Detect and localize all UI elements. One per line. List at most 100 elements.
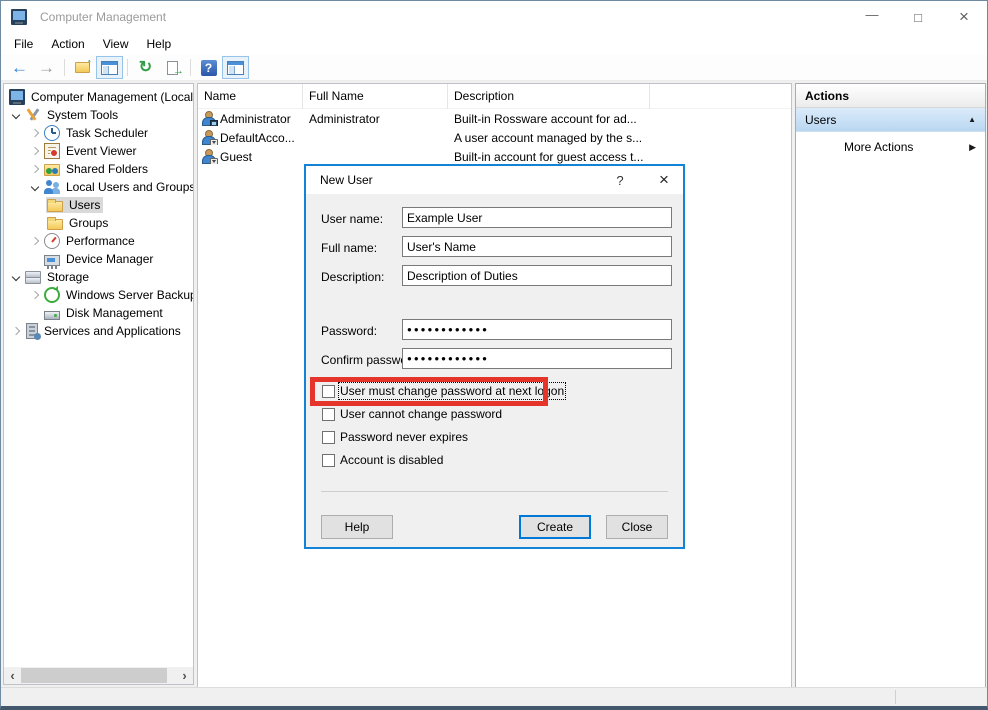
actions-panel: Actions Users ▲ More Actions ▶ [795,83,986,706]
column-header-name[interactable]: Name [198,84,303,109]
menu-help[interactable]: Help [138,34,181,54]
chevron-down-icon[interactable] [8,269,24,285]
chevron-placeholder [27,251,43,267]
refresh-button[interactable]: ↻ [132,56,159,79]
toolbar: ← → ↑ ↻ → ? ▸ [1,55,987,81]
checkbox-user-cannot-change-password[interactable]: User cannot change password [322,406,502,422]
dialog-help-button[interactable]: ? [611,173,629,188]
actions-more-actions[interactable]: More Actions ▶ [796,136,985,158]
computer-management-window: Computer Management — □ × File Action Vi… [0,0,988,710]
tree-item-label: Local Users and Groups [66,180,194,194]
column-header-description[interactable]: Description [448,84,650,109]
help-dialog-button[interactable]: Help [321,515,393,539]
tree-item-disk-management[interactable]: Disk Management [4,304,193,322]
selected-tree-item[interactable]: Users [46,197,104,213]
scrollbar-thumb[interactable] [21,668,167,683]
chevron-down-icon[interactable] [27,179,43,195]
maximize-button[interactable]: □ [895,1,941,33]
actions-group-users[interactable]: Users ▲ [796,108,985,132]
show-action-pane-button[interactable]: ▸ [222,56,249,79]
list-row-administrator[interactable]: Administrator Administrator Built-in Ros… [198,109,791,128]
tree-item-event-viewer[interactable]: Event Viewer [4,142,193,160]
collapse-icon[interactable]: ▲ [968,115,976,124]
chevron-right-icon[interactable] [8,323,24,339]
window-title: Computer Management [40,10,167,24]
storage-icon [25,269,41,285]
fullname-input[interactable] [402,236,672,257]
tree-item-label: Storage [47,270,90,284]
close-dialog-button[interactable]: Close [606,515,668,539]
tree-item-services-and-applications[interactable]: Services and Applications [4,322,193,340]
chevron-right-icon[interactable] [27,233,43,249]
up-one-level-button[interactable]: ↑ [69,56,96,79]
tree-item-shared-folders[interactable]: Shared Folders [4,160,193,178]
dialog-close-button[interactable]: × [655,170,673,190]
tree-item-computer-management[interactable]: Computer Management (Local [4,88,193,106]
action-pane-icon: ▸ [227,60,244,75]
tree-item-label: Event Viewer [66,144,137,158]
username-input[interactable] [402,207,672,228]
checkbox-password-never-expires[interactable]: Password never expires [322,429,468,445]
user-description: A user account managed by the s... [454,130,643,145]
computer-icon [9,89,25,105]
minimize-button[interactable]: — [849,1,895,33]
status-bar [1,687,987,706]
help-icon: ? [200,59,217,76]
status-bar-divider [895,690,896,704]
disk-management-icon [44,310,60,320]
folder-icon [47,199,63,212]
scroll-right-icon[interactable]: › [176,667,193,684]
tree-horizontal-scrollbar[interactable]: ‹ › [4,667,193,684]
services-applications-icon [26,323,41,340]
tree-item-storage[interactable]: Storage [4,268,193,286]
checkbox-account-is-disabled[interactable]: Account is disabled [322,452,443,468]
tree-item-users[interactable]: Users [4,196,193,214]
confirm-password-input[interactable] [402,348,672,369]
description-input[interactable] [402,265,672,286]
chevron-placeholder [27,305,43,321]
tree-item-system-tools[interactable]: System Tools [4,106,193,124]
forward-button[interactable]: → [33,56,60,79]
windows-server-backup-icon [44,287,60,303]
console-tree-panel: Computer Management (Local System Tools … [3,83,194,685]
tree-item-device-manager[interactable]: Device Manager [4,250,193,269]
menu-view[interactable]: View [94,34,138,54]
device-manager-icon [44,254,60,269]
title-bar: Computer Management — □ × [1,1,987,33]
show-console-tree-button[interactable] [96,56,123,79]
back-button[interactable]: ← [6,56,33,79]
export-list-button[interactable]: → [159,56,186,79]
checkbox-icon[interactable] [322,407,335,421]
help-button[interactable]: ? [195,56,222,79]
menu-file[interactable]: File [5,34,42,54]
toolbar-separator [127,59,128,76]
checkbox-icon[interactable] [322,430,335,444]
password-input[interactable] [402,319,672,340]
scrollbar-track[interactable] [21,667,176,684]
chevron-right-icon[interactable] [27,287,43,303]
tree-item-label: Computer Management (Local [31,90,194,104]
scroll-left-icon[interactable]: ‹ [4,667,21,684]
chevron-right-icon[interactable] [27,143,43,159]
tree-item-task-scheduler[interactable]: Task Scheduler [4,124,193,142]
tree-item-groups[interactable]: Groups [4,214,193,232]
chevron-down-icon[interactable] [8,107,24,123]
back-arrow-icon: ← [11,58,28,77]
create-button[interactable]: Create [519,515,591,539]
task-scheduler-icon [44,125,60,141]
button-label: Close [621,520,653,534]
tree-item-windows-server-backup[interactable]: Windows Server Backup [4,286,193,304]
checkbox-icon[interactable] [322,453,335,467]
chevron-right-icon[interactable] [27,161,43,177]
column-header-full-name[interactable]: Full Name [303,84,448,109]
tree-item-label: Groups [69,216,109,230]
list-row-defaultaccount[interactable]: DefaultAcco... A user account managed by… [198,128,791,147]
close-button[interactable]: × [941,1,987,33]
user-description: Built-in Rossware account for ad... [454,111,637,126]
chevron-right-icon[interactable] [27,125,43,141]
checkbox-label: Password never expires [340,430,469,444]
tree-item-local-users-and-groups[interactable]: Local Users and Groups [4,178,193,196]
tree-item-performance[interactable]: Performance [4,232,193,250]
export-list-icon: → [167,60,184,77]
menu-action[interactable]: Action [42,34,93,54]
